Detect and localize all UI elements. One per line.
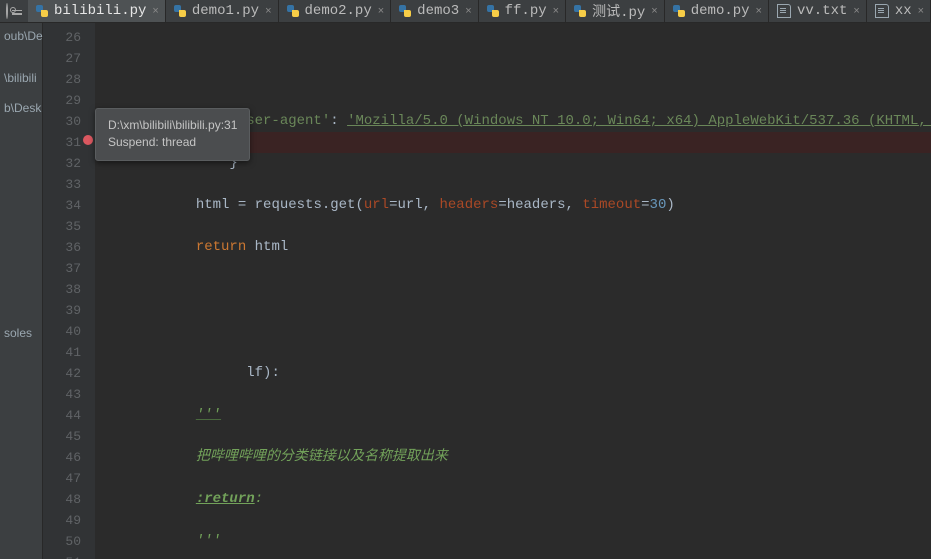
- close-icon[interactable]: ×: [553, 5, 559, 17]
- close-icon[interactable]: ×: [853, 5, 859, 17]
- line-number: 29: [43, 90, 81, 111]
- python-icon: [487, 5, 499, 17]
- line-number: 28: [43, 69, 81, 90]
- side-label: b\Desk: [4, 101, 41, 115]
- tab-label: 测试.py: [592, 1, 645, 21]
- close-icon[interactable]: ×: [378, 5, 384, 17]
- tab-test[interactable]: 测试.py ×: [566, 0, 665, 22]
- python-icon: [36, 5, 48, 17]
- tooltip-suspend: Suspend: thread: [108, 134, 237, 151]
- line-number: 34: [43, 195, 81, 216]
- line-number: 51: [43, 552, 81, 559]
- tab-bar: bilibili.py× demo1.py× demo2.py× demo3× …: [0, 0, 931, 23]
- close-icon[interactable]: ×: [756, 5, 762, 17]
- tool-window-bar: oub\De \bilibili b\Desk soles: [0, 23, 43, 559]
- line-number: 30: [43, 111, 81, 132]
- tab-demo[interactable]: demo.py ×: [665, 0, 769, 22]
- line-number: 50: [43, 531, 81, 552]
- line-number: 42: [43, 363, 81, 384]
- tab-label: demo2.py: [305, 3, 372, 19]
- tab-vv[interactable]: vv.txt ×: [769, 0, 867, 22]
- line-number: 31: [43, 132, 81, 153]
- tooltip-path: D:\xm\bilibili\bilibili.py:31: [108, 117, 237, 134]
- close-icon[interactable]: ×: [152, 5, 158, 17]
- breakpoint-gutter[interactable]: [81, 23, 95, 559]
- line-number: 26: [43, 27, 81, 48]
- tab-label: xx: [895, 3, 912, 19]
- python-icon: [399, 5, 411, 17]
- python-icon: [174, 5, 186, 17]
- breakpoint-icon[interactable]: [83, 135, 93, 145]
- tab-label: bilibili.py: [54, 3, 146, 19]
- tab-label: demo.py: [691, 3, 750, 19]
- gear-icon[interactable]: [6, 3, 8, 19]
- line-number: 40: [43, 321, 81, 342]
- line-number: 32: [43, 153, 81, 174]
- line-number-gutter[interactable]: 26 27 28 29 30 31 32 33 34 35 36 37 38 3…: [43, 23, 81, 559]
- code-editor[interactable]: 'User-agent': 'Mozilla/5.0 (Windows NT 1…: [95, 23, 931, 559]
- python-icon: [673, 5, 685, 17]
- tab-label: demo1.py: [192, 3, 259, 19]
- line-number: 41: [43, 342, 81, 363]
- side-label: \bilibili: [4, 71, 37, 85]
- line-number: 33: [43, 174, 81, 195]
- tab-bilibili[interactable]: bilibili.py ×: [28, 0, 166, 22]
- close-icon[interactable]: ×: [465, 5, 471, 17]
- breakpoint-tooltip: D:\xm\bilibili\bilibili.py:31 Suspend: t…: [95, 108, 250, 161]
- line-number: 38: [43, 279, 81, 300]
- line-number: 43: [43, 384, 81, 405]
- tab-demo3[interactable]: demo3 ×: [391, 0, 478, 22]
- side-label: soles: [4, 326, 32, 340]
- line-number: 27: [43, 48, 81, 69]
- line-number: 37: [43, 258, 81, 279]
- tab-xx[interactable]: xx ×: [867, 0, 931, 22]
- python-icon: [574, 5, 586, 17]
- line-number: 36: [43, 237, 81, 258]
- line-number: 48: [43, 489, 81, 510]
- line-number: 49: [43, 510, 81, 531]
- line-number: 35: [43, 216, 81, 237]
- tab-ff[interactable]: ff.py ×: [479, 0, 566, 22]
- text-icon: [777, 4, 791, 18]
- close-icon[interactable]: ×: [265, 5, 271, 17]
- python-icon: [287, 5, 299, 17]
- line-number: 47: [43, 468, 81, 489]
- line-number: 46: [43, 447, 81, 468]
- tab-label: vv.txt: [797, 3, 847, 19]
- tab-demo1[interactable]: demo1.py ×: [166, 0, 279, 22]
- text-icon: [875, 4, 889, 18]
- close-icon[interactable]: ×: [918, 5, 924, 17]
- tab-demo2[interactable]: demo2.py ×: [279, 0, 392, 22]
- line-number: 39: [43, 300, 81, 321]
- line-number: 45: [43, 426, 81, 447]
- tab-label: demo3: [417, 3, 459, 19]
- line-number: 44: [43, 405, 81, 426]
- side-label: oub\De: [4, 29, 43, 43]
- close-icon[interactable]: ×: [651, 5, 657, 17]
- tab-label: ff.py: [505, 3, 547, 19]
